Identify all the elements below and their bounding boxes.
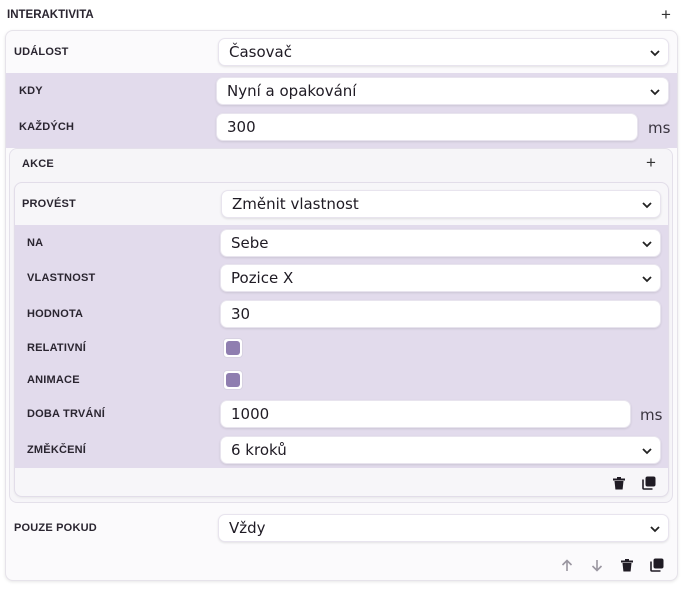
- duration-input[interactable]: 1000: [220, 400, 631, 428]
- easing-select-value: 6 kroků: [231, 441, 287, 459]
- every-input[interactable]: 300: [216, 113, 638, 141]
- trash-icon: [613, 476, 625, 489]
- trash-icon: [621, 558, 633, 571]
- duration-input-value: 1000: [231, 405, 270, 423]
- easing-select[interactable]: 6 kroků: [220, 436, 661, 464]
- target-label: NA: [27, 237, 44, 249]
- duplicate-action-button[interactable]: [638, 472, 660, 494]
- perform-label: PROVÉST: [22, 198, 76, 210]
- when-select[interactable]: Nyní a opakování: [216, 77, 669, 105]
- easing-label: ZMĚKČENÍ: [27, 444, 87, 456]
- every-unit: ms: [648, 119, 671, 137]
- chevron-down-icon: [642, 241, 652, 248]
- event-select-value: Časovač: [229, 43, 292, 61]
- value-input-value: 30: [231, 305, 251, 323]
- chevron-down-icon: [650, 89, 660, 96]
- only-if-select[interactable]: Vždy: [218, 514, 669, 542]
- chevron-down-icon: [642, 202, 652, 209]
- every-label: KAŽDÝCH: [19, 121, 75, 133]
- duration-label: DOBA TRVÁNÍ: [27, 408, 105, 420]
- arrow-down-icon: [591, 559, 603, 572]
- duplicate-icon: [650, 558, 664, 572]
- add-interaction-button[interactable]: +: [656, 6, 676, 26]
- chevron-down-icon: [642, 448, 652, 455]
- only-if-label: POUZE POKUD: [14, 522, 97, 534]
- when-label: KDY: [19, 85, 43, 97]
- property-select[interactable]: Pozice X: [220, 264, 661, 292]
- section-title: INTERAKTIVITA: [7, 9, 94, 21]
- animate-checkbox[interactable]: [223, 370, 243, 390]
- target-select-value: Sebe: [231, 234, 269, 252]
- duration-unit: ms: [640, 406, 663, 424]
- chevron-down-icon: [650, 526, 660, 533]
- when-select-value: Nyní a opakování: [227, 82, 357, 100]
- checkbox-checked-indicator: [226, 341, 240, 355]
- move-down-button[interactable]: [586, 554, 608, 576]
- checkbox-checked-indicator: [226, 373, 240, 387]
- duplicate-icon: [642, 476, 656, 490]
- relative-label: RELATIVNÍ: [27, 342, 87, 354]
- add-action-button[interactable]: +: [641, 154, 661, 174]
- chevron-down-icon: [642, 276, 652, 283]
- chevron-down-icon: [650, 50, 660, 57]
- arrow-up-icon: [561, 558, 573, 571]
- duplicate-interaction-button[interactable]: [646, 554, 668, 576]
- action-options-band: [15, 225, 668, 468]
- perform-select[interactable]: Změnit vlastnost: [221, 190, 661, 218]
- event-label: UDÁLOST: [14, 46, 69, 58]
- actions-label: AKCE: [22, 158, 54, 170]
- value-input[interactable]: 30: [220, 300, 661, 328]
- plus-icon: +: [646, 153, 656, 172]
- property-label: VLASTNOST: [27, 272, 96, 284]
- property-select-value: Pozice X: [231, 269, 294, 287]
- event-select[interactable]: Časovač: [218, 38, 669, 66]
- value-label: HODNOTA: [27, 308, 84, 320]
- every-input-value: 300: [227, 118, 256, 136]
- plus-icon: +: [661, 5, 671, 24]
- only-if-select-value: Vždy: [229, 519, 266, 537]
- delete-action-button[interactable]: [608, 472, 630, 494]
- animate-label: ANIMACE: [27, 374, 80, 386]
- target-select[interactable]: Sebe: [220, 229, 661, 257]
- move-up-button[interactable]: [556, 554, 578, 576]
- perform-select-value: Změnit vlastnost: [232, 195, 359, 213]
- relative-checkbox[interactable]: [223, 338, 243, 358]
- delete-interaction-button[interactable]: [616, 554, 638, 576]
